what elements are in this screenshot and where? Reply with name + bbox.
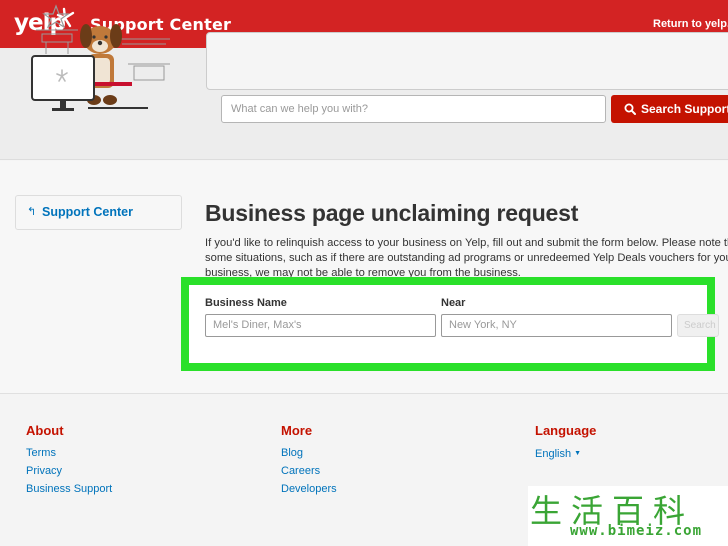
business-name-input[interactable]: Mel's Diner, Max's bbox=[205, 314, 436, 337]
footer-link-terms[interactable]: Terms bbox=[26, 447, 56, 459]
footer-link-blog[interactable]: Blog bbox=[281, 447, 303, 459]
dog-at-computer-illustration bbox=[31, 4, 170, 111]
search-icon bbox=[624, 103, 636, 115]
intro-line: If you'd like to relinquish access to yo… bbox=[205, 237, 728, 249]
return-to-yelp-link[interactable]: Return to yelp.c bbox=[653, 18, 728, 30]
near-label: Near bbox=[441, 297, 466, 309]
intro-line: some situations, such as if there are ou… bbox=[205, 252, 728, 264]
business-name-label: Business Name bbox=[205, 297, 287, 309]
footer-about-heading: About bbox=[26, 423, 64, 438]
sidebar-support-center-link[interactable]: Support Center bbox=[42, 205, 133, 219]
watermark-url: www.bimeiz.com bbox=[570, 523, 703, 539]
language-dropdown[interactable]: English ▼ bbox=[535, 448, 581, 460]
language-selected: English bbox=[535, 448, 572, 460]
footer-link-developers[interactable]: Developers bbox=[281, 483, 337, 495]
support-search-input[interactable]: What can we help you with? bbox=[221, 95, 606, 123]
near-input[interactable]: New York, NY bbox=[441, 314, 672, 337]
intro-text: If you'd like to relinquish access to yo… bbox=[205, 236, 728, 280]
page-title: Business page unclaiming request bbox=[205, 200, 579, 226]
search-support-button[interactable]: Search Support bbox=[611, 95, 728, 123]
caret-down-icon: ▼ bbox=[574, 450, 582, 457]
footer-language-heading: Language bbox=[535, 423, 597, 438]
footer-link-business-support[interactable]: Business Support bbox=[26, 483, 112, 495]
search-panel bbox=[206, 32, 728, 90]
footer-link-privacy[interactable]: Privacy bbox=[26, 465, 62, 477]
search-support-label: Search Support bbox=[641, 102, 728, 116]
form-search-button[interactable]: Search bbox=[677, 314, 719, 337]
footer-more-heading: More bbox=[281, 423, 313, 438]
footer-link-careers[interactable]: Careers bbox=[281, 465, 320, 477]
back-arrow-icon: ↰ bbox=[27, 206, 37, 218]
